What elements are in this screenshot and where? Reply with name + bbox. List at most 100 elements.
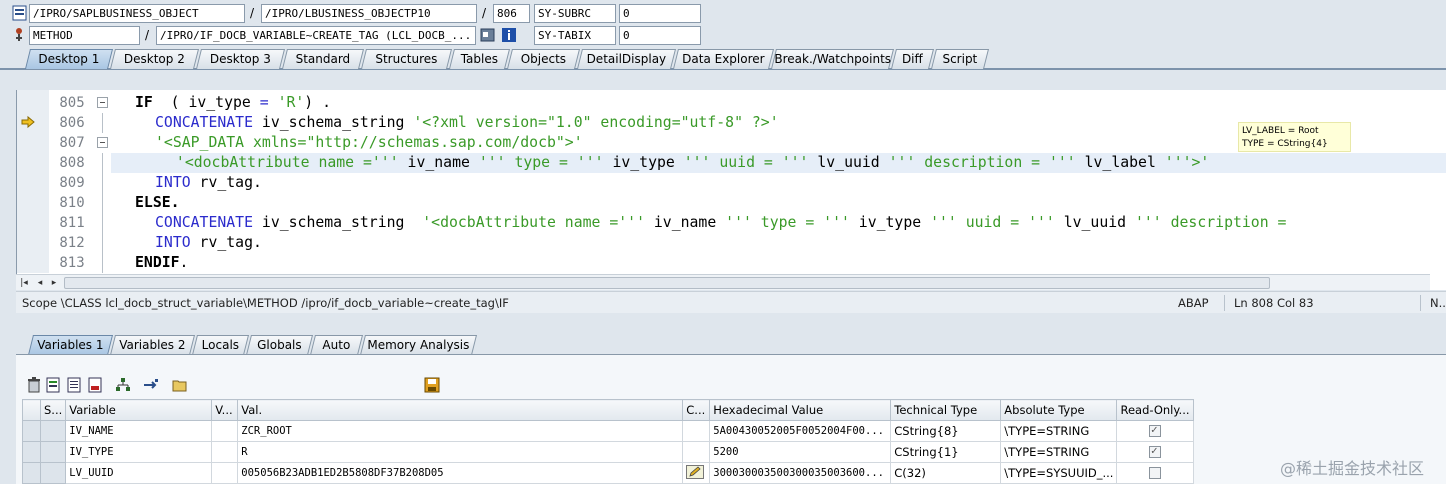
hierarchy-icon[interactable] [115, 377, 131, 393]
code-token: '''>' [1164, 154, 1210, 171]
code-token: ( iv_type [152, 94, 260, 111]
tab-structures[interactable]: Structures [361, 49, 452, 69]
tab-desktop-1[interactable]: Desktop 1 [25, 49, 113, 69]
code-line[interactable]: '<SAP_DATA xmlns="http://schemas.sap.com… [155, 133, 583, 153]
column-header-change[interactable]: C... [682, 399, 711, 421]
scroll-left-icon[interactable]: ◂ [34, 277, 46, 289]
table-row[interactable]: LV_UUID 005056B23ADB1ED2B5808DF37B208D05 3… [22, 462, 1194, 484]
fold-toggle-icon[interactable] [97, 137, 108, 148]
code-line[interactable]: INTO rv_tag. [155, 173, 262, 193]
layout-icon[interactable] [87, 377, 103, 393]
event-type-field[interactable]: METHOD [29, 26, 140, 45]
navigate-icon[interactable] [143, 377, 159, 393]
code-line[interactable]: CONCATENATE iv_schema_string '<?xml vers… [155, 113, 779, 133]
column-header-value[interactable]: Val. [237, 399, 684, 421]
tab-detaildisplay[interactable]: DetailDisplay [577, 49, 676, 69]
read-only-cell[interactable] [1116, 420, 1194, 442]
code-token: IF [135, 94, 153, 111]
row-selector[interactable] [22, 420, 41, 442]
code-token: ''' type = ''' [478, 154, 604, 171]
tab-desktop-3[interactable]: Desktop 3 [196, 49, 285, 69]
tab-data-explorer[interactable]: Data Explorer [673, 49, 774, 69]
read-only-cell[interactable] [1116, 462, 1194, 484]
technical-type-cell: CString{1} [890, 441, 1002, 463]
sysvar-name-field[interactable]: SY-TABIX [534, 26, 616, 45]
variables-table: S... Variable V... Val. C... Hexadecimal… [22, 399, 1194, 484]
details-icon[interactable] [66, 377, 82, 393]
delete-icon[interactable] [26, 377, 42, 393]
edit-pencil-icon[interactable] [686, 464, 705, 479]
status-divider [1420, 295, 1421, 311]
column-header-technical-type[interactable]: Technical Type [890, 399, 1002, 421]
row-selector-header[interactable] [22, 399, 41, 421]
program-name-field[interactable]: /IPRO/SAPLBUSINESS_OBJECT [29, 4, 245, 23]
code-token: ''' type = ''' [725, 214, 850, 231]
code-line[interactable]: ENDIF. [135, 253, 188, 273]
tab-locals[interactable]: Locals [192, 335, 249, 355]
object-icon[interactable] [480, 27, 496, 43]
tab-script[interactable]: Script [931, 49, 989, 69]
tab-tables[interactable]: Tables [449, 49, 510, 69]
table-row[interactable]: IV_NAME ZCR_ROOT 5A00430052005F0052004F00.… [22, 420, 1194, 442]
horizontal-scrollbar[interactable]: |◂ ◂ ▸ [16, 274, 1430, 290]
technical-type-cell: C(32) [890, 462, 1002, 484]
tab-variables-1[interactable]: Variables 1 [28, 335, 113, 355]
tab-memory-analysis[interactable]: Memory Analysis [360, 335, 477, 355]
column-header-read-only[interactable]: Read-Only... [1116, 399, 1194, 421]
value-cell[interactable]: 005056B23ADB1ED2B5808DF37B208D05 [237, 462, 684, 484]
tab-label: Variables 1 [37, 338, 104, 352]
fold-toggle-icon[interactable] [97, 97, 108, 108]
line-number-field[interactable]: 806 [493, 4, 530, 23]
column-header-variable[interactable]: Variable [65, 399, 213, 421]
code-line[interactable]: ELSE. [135, 193, 180, 213]
read-only-cell[interactable] [1116, 441, 1194, 463]
save-icon[interactable] [424, 377, 440, 393]
hex-value-cell: 300030003500300035003600... [709, 462, 892, 484]
table-row[interactable]: IV_TYPE R 5200 CString{1} \TYPE=STRING [22, 441, 1194, 463]
include-name-field[interactable]: /IPRO/LBUSINESS_OBJECTP10 [261, 4, 477, 23]
tab-label: Variables 2 [119, 338, 186, 352]
path-separator: / [250, 6, 255, 20]
row-selector[interactable] [22, 462, 41, 484]
fold-guide [102, 233, 103, 253]
column-header-status[interactable]: S... [39, 399, 67, 421]
tab-globals[interactable]: Globals [246, 335, 313, 355]
code-token: '<docbAttribute name =''' [422, 214, 645, 231]
tab-desktop-2[interactable]: Desktop 2 [110, 49, 199, 69]
tab-variables-2[interactable]: Variables 2 [110, 335, 195, 355]
method-name-field[interactable]: /IPRO/IF_DOCB_VARIABLE~CREATE_TAG (LCL_D… [156, 26, 476, 45]
scroll-thumb[interactable] [64, 277, 1270, 289]
info-icon[interactable] [501, 27, 517, 43]
source-editor[interactable]: 805 806 807 808 809 810 811 812 813 IF ( iv_type… [16, 90, 1446, 290]
tab-label: Diff [901, 52, 923, 66]
tab-standard[interactable]: Standard [282, 49, 364, 69]
read-only-checkbox[interactable] [1148, 444, 1161, 458]
code-line[interactable]: '<docbAttribute name =''' iv_name ''' ty… [167, 153, 1209, 173]
insert-row-icon[interactable] [45, 377, 61, 393]
row-selector[interactable] [22, 441, 41, 463]
folder-icon[interactable] [172, 377, 188, 393]
tab-diff[interactable]: Diff [891, 49, 934, 69]
code-line[interactable]: IF ( iv_type = 'R') . [135, 93, 331, 113]
code-line[interactable]: CONCATENATE iv_schema_string '<docbAttri… [155, 213, 1295, 233]
scroll-left-end-icon[interactable]: |◂ [18, 277, 30, 289]
current-line-arrow-icon [21, 115, 35, 129]
scroll-right-icon[interactable]: ▸ [48, 277, 60, 289]
sysvar-name-field[interactable]: SY-SUBRC [534, 4, 616, 23]
column-header-absolute-type[interactable]: Absolute Type [1000, 399, 1118, 421]
tab-break-watchpoints[interactable]: Break./Watchpoints [771, 49, 894, 69]
value-cell[interactable]: R [237, 441, 684, 463]
read-only-checkbox[interactable] [1148, 423, 1161, 437]
column-header-hex[interactable]: Hexadecimal Value [709, 399, 892, 421]
read-only-checkbox[interactable] [1148, 467, 1161, 479]
sysvar-value-field[interactable]: 0 [619, 4, 701, 23]
code-token: rv_tag. [190, 234, 262, 251]
change-cell[interactable] [682, 462, 711, 484]
language-indicator: ABAP [1178, 296, 1209, 310]
value-cell[interactable]: ZCR_ROOT [237, 420, 684, 442]
sysvar-value-field[interactable]: 0 [619, 26, 701, 45]
tab-objects[interactable]: Objects [507, 49, 580, 69]
code-line[interactable]: INTO rv_tag. [155, 233, 262, 253]
tab-auto[interactable]: Auto [310, 335, 363, 355]
column-header-v[interactable]: V... [211, 399, 239, 421]
